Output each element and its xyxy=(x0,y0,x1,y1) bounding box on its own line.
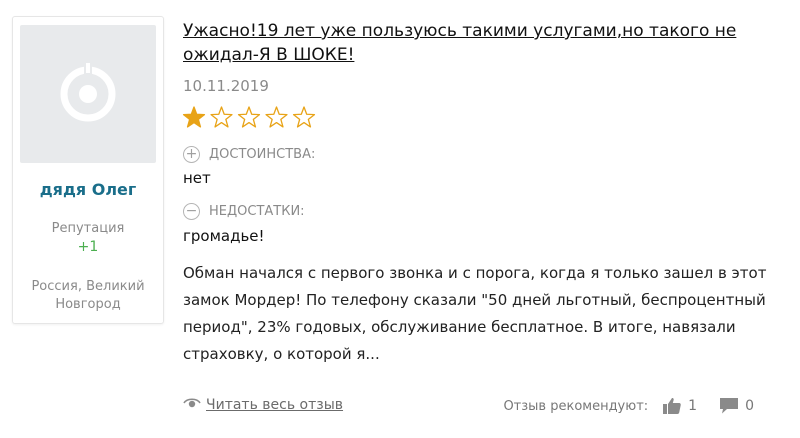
star-rating xyxy=(182,106,322,130)
thumbs-up-icon xyxy=(663,398,681,414)
cons-label: НЕДОСТАТКИ: xyxy=(209,203,305,219)
read-more-label: Читать весь отзыв xyxy=(206,397,344,413)
like-count: 1 xyxy=(688,398,698,414)
author-location: Россия, Великий Новгород xyxy=(31,279,145,312)
review-body: Обман начался с первого звонка и с порог… xyxy=(183,264,767,363)
review-footer: Отзыв рекомендуют: 1 0 xyxy=(503,397,754,415)
cons-heading: − НЕДОСТАТКИ: xyxy=(183,201,305,221)
star-filled-icon xyxy=(182,106,206,128)
read-more-link[interactable]: Читать весь отзыв xyxy=(183,396,343,414)
recommend-label: Отзыв рекомендуют: xyxy=(503,398,649,414)
pros-heading: + ДОСТОИНСТВА: xyxy=(183,144,315,164)
review-date: 10.11.2019 xyxy=(183,77,269,95)
author-name[interactable]: дядя Олег xyxy=(13,180,163,199)
minus-circle-icon: − xyxy=(183,202,200,220)
star-empty-icon xyxy=(265,106,288,128)
like-button[interactable]: 1 xyxy=(662,397,697,415)
reputation-label: Репутация xyxy=(51,221,125,236)
reputation-value: +1 xyxy=(77,239,99,255)
speech-bubble-icon xyxy=(720,398,739,414)
star-empty-icon xyxy=(210,106,233,128)
review-title[interactable]: Ужасно!19 лет уже пользуюсь такими услуг… xyxy=(183,19,783,67)
cons-value: громадье! xyxy=(183,227,265,245)
comment-button[interactable]: 0 xyxy=(719,397,754,415)
author-card: дядя Олег Репутация +1 Россия, Великий Н… xyxy=(12,16,164,324)
star-empty-icon xyxy=(237,106,261,128)
comment-count: 0 xyxy=(745,398,754,414)
eye-icon xyxy=(183,396,201,414)
default-avatar-icon xyxy=(20,25,156,163)
plus-circle-icon: + xyxy=(183,145,200,163)
pros-label: ДОСТОИНСТВА: xyxy=(209,146,316,162)
star-empty-icon xyxy=(292,106,316,128)
pros-value: нет xyxy=(183,169,211,187)
